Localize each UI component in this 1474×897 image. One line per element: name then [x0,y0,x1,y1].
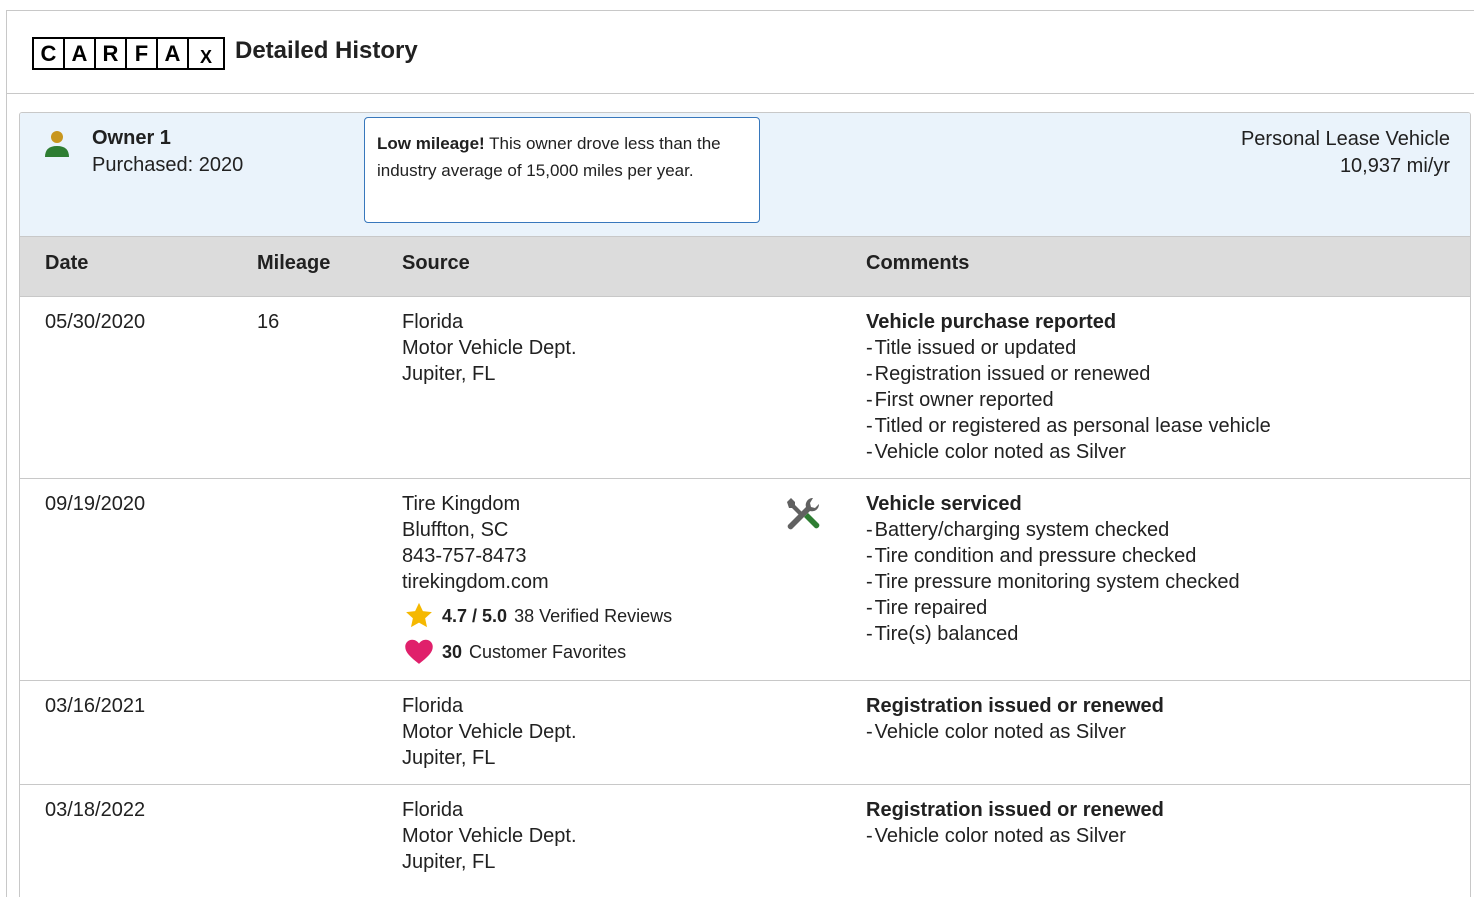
comment-item: Title issued or updated [866,335,1271,361]
carfax-logo: C A R F A X [32,37,225,70]
source-line: Florida [402,311,464,333]
comment-item: Tire repaired [866,595,1240,621]
wrench-screwdriver-icon [787,497,820,530]
callout-title: Low mileage! [377,134,485,153]
heart-icon [405,639,433,664]
logo-letter: X [189,39,223,68]
comment-item: Vehicle color noted as Silver [866,823,1164,849]
person-icon [45,131,69,157]
comment-item: Titled or registered as personal lease v… [866,413,1271,439]
comment-heading: Vehicle purchase reported [866,311,1117,333]
page-header: C A R F A X Detailed History [7,11,1474,94]
source-line[interactable]: 843-757-8473 [402,543,672,569]
source-line: Tire Kingdom [402,493,521,515]
source-line: Jupiter, FL [402,363,496,385]
row-comments: Vehicle serviced Battery/charging system… [866,491,1240,647]
comment-item: First owner reported [866,387,1271,413]
logo-letter: A [65,39,94,68]
source-line: Motor Vehicle Dept. [402,337,577,359]
source-website-link[interactable]: tirekingdom.com [402,569,672,595]
customer-favorites[interactable]: 30 Customer Favorites [402,637,672,667]
owner-vehicle-info: Personal Lease Vehicle 10,937 mi/yr [1241,126,1450,180]
favorites-count: 30 [442,642,463,662]
table-row: 03/16/2021 Florida Motor Vehicle Dept. J… [20,681,1470,785]
row-source: Florida Motor Vehicle Dept. Jupiter, FL [402,693,577,771]
vehicle-type: Personal Lease Vehicle [1240,128,1450,150]
column-header-source: Source [402,252,470,274]
source-line: Motor Vehicle Dept. [402,721,577,743]
comment-item: Battery/charging system checked [866,517,1240,543]
table-row: 05/30/2020 16 Florida Motor Vehicle Dept… [20,297,1470,479]
column-header-mileage: Mileage [257,252,331,274]
logo-letter: R [96,39,125,68]
row-date: 03/18/2022 [45,799,146,821]
row-date: 09/19/2020 [45,493,146,515]
comment-heading: Registration issued or renewed [866,799,1164,821]
comment-heading: Registration issued or renewed [866,695,1164,717]
owner-name: Owner 1 [92,127,171,149]
source-line: Jupiter, FL [402,747,496,769]
source-line: Florida [402,799,464,821]
source-line: Florida [402,695,464,717]
miles-per-year: 10,937 mi/yr [1339,155,1450,177]
owner-purchased: Purchased: 2020 [92,154,244,176]
source-line: Bluffton, SC [402,519,509,541]
owner-summary: Owner 1 Purchased: 2020 Low mileage! Thi… [20,113,1470,237]
comment-item: Vehicle color noted as Silver [866,719,1164,745]
column-header-date: Date [45,252,89,274]
rating-value: 4.7 / 5.0 [442,606,508,626]
comment-item: Tire condition and pressure checked [866,543,1240,569]
page-title: Detailed History [235,37,418,64]
star-icon [406,602,432,628]
comment-item: Registration issued or renewed [866,361,1271,387]
row-comments: Registration issued or renewed Vehicle c… [866,693,1164,745]
row-date: 05/30/2020 [45,311,146,333]
comment-heading: Vehicle serviced [866,493,1022,515]
owner-history-card: Owner 1 Purchased: 2020 Low mileage! Thi… [19,112,1471,897]
comment-item: Tire(s) balanced [866,621,1240,647]
comment-item: Tire pressure monitoring system checked [866,569,1240,595]
logo-letter: A [158,39,187,68]
reviews-rating[interactable]: 4.7 / 5.0 38 Verified Reviews [402,601,672,631]
row-mileage: 16 [257,311,280,333]
source-line: Motor Vehicle Dept. [402,825,577,847]
table-row: 03/18/2022 Florida Motor Vehicle Dept. J… [20,785,1470,897]
column-header-comments: Comments [866,252,970,274]
table-row: 09/19/2020 Tire Kingdom Bluffton, SC 843… [20,479,1470,681]
row-date: 03/16/2021 [45,695,146,717]
comment-item: Vehicle color noted as Silver [866,439,1271,465]
low-mileage-callout: Low mileage! This owner drove less than … [364,117,760,223]
source-line: Jupiter, FL [402,851,496,873]
row-source: Tire Kingdom Bluffton, SC 843-757-8473 t… [402,491,672,667]
row-comments: Vehicle purchase reported Title issued o… [866,309,1271,465]
row-source: Florida Motor Vehicle Dept. Jupiter, FL [402,309,577,387]
rating-text: 38 Verified Reviews [514,606,673,626]
table-header: Date Mileage Source Comments [20,237,1470,297]
row-comments: Registration issued or renewed Vehicle c… [866,797,1164,849]
favorites-text: Customer Favorites [469,642,627,662]
row-source: Florida Motor Vehicle Dept. Jupiter, FL [402,797,577,875]
logo-letter: C [34,39,63,68]
logo-letter: F [127,39,156,68]
